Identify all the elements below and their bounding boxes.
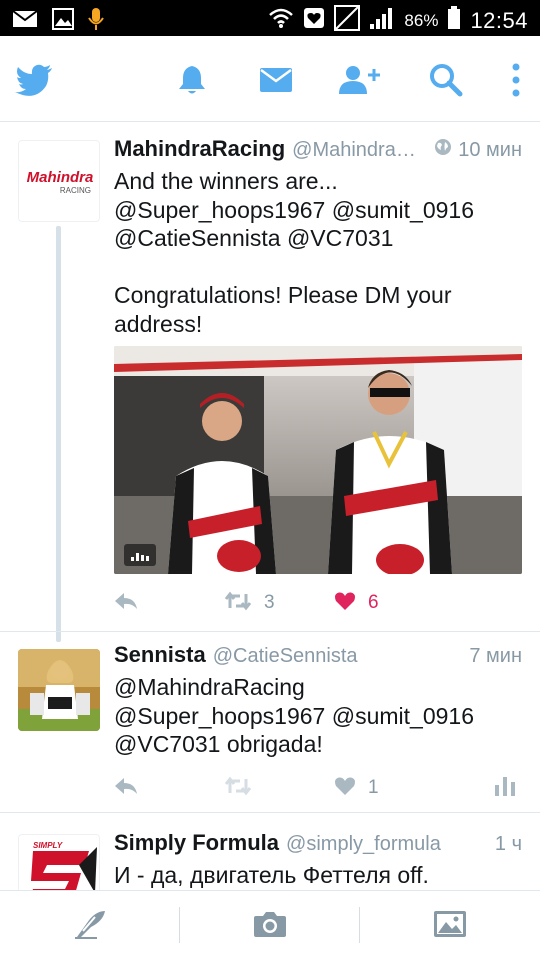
author-name[interactable]: Sennista bbox=[114, 642, 206, 668]
tweet-video[interactable] bbox=[114, 346, 522, 574]
avatar-simply-formula[interactable]: SIMPLY bbox=[18, 834, 100, 890]
avatar-logo-text: SIMPLY bbox=[33, 841, 63, 850]
tweet-divider bbox=[0, 812, 540, 813]
tweet-time[interactable]: 7 мин bbox=[469, 645, 522, 668]
add-user-icon[interactable] bbox=[338, 58, 382, 102]
tweet-header: Sennista @CatieSennista 7 мин bbox=[114, 642, 522, 672]
battery-percent: 86% bbox=[404, 10, 439, 30]
avatar-logo-text: Mahindra bbox=[26, 169, 94, 186]
email-notification-icon bbox=[12, 9, 38, 34]
bottom-compose-bar bbox=[0, 890, 540, 960]
like-button[interactable]: 6 bbox=[334, 588, 379, 618]
tweet-time[interactable]: 1 ч bbox=[495, 833, 522, 856]
gallery-icon bbox=[433, 910, 467, 943]
tweet-text: And the winners are... @Super_hoops1967 … bbox=[114, 168, 474, 337]
heart-status-icon bbox=[303, 7, 325, 34]
search-icon[interactable] bbox=[424, 58, 468, 102]
camera-button[interactable] bbox=[180, 891, 360, 960]
battery-icon bbox=[447, 6, 461, 35]
video-indicator-icon bbox=[124, 544, 156, 566]
wifi-icon bbox=[268, 7, 294, 34]
camera-icon bbox=[253, 910, 287, 943]
analytics-bar-chart-icon bbox=[494, 775, 516, 802]
messages-envelope-icon[interactable] bbox=[254, 58, 298, 102]
twitter-bird-icon[interactable] bbox=[12, 58, 56, 102]
no-signal-icon bbox=[334, 5, 361, 36]
tweet-mahindra[interactable]: Mahindra RACING MahindraRacing @Mahindra… bbox=[0, 122, 540, 642]
retweet-button[interactable]: 3 bbox=[224, 588, 275, 618]
retweet-icon bbox=[224, 776, 252, 801]
tweet-sennista[interactable]: Sennista @CatieSennista 7 мин @MahindraR… bbox=[0, 632, 540, 814]
analytics-button[interactable] bbox=[494, 773, 516, 803]
tweet-actions: 3 6 bbox=[114, 588, 524, 618]
heart-liked-icon bbox=[334, 591, 356, 616]
like-button[interactable]: 1 bbox=[334, 773, 379, 803]
compose-tweet-button[interactable] bbox=[0, 891, 180, 960]
status-bar: 86% 12:54 bbox=[0, 0, 540, 36]
overflow-menu-icon[interactable] bbox=[494, 58, 538, 102]
notifications-bell-icon[interactable] bbox=[170, 58, 214, 102]
author-handle[interactable]: @CatieSennista bbox=[213, 645, 358, 668]
heart-icon bbox=[334, 776, 356, 801]
app-bar bbox=[0, 36, 540, 122]
reply-icon bbox=[114, 777, 138, 800]
retweet-count: 3 bbox=[264, 592, 275, 613]
tweet-text: @MahindraRacing @Super_hoops1967 @sumit_… bbox=[114, 674, 474, 757]
author-name[interactable]: MahindraRacing bbox=[114, 136, 285, 162]
avatar-mahindra[interactable]: Mahindra RACING bbox=[18, 140, 100, 222]
signal-strength-icon bbox=[369, 6, 395, 35]
avatar-sennista[interactable] bbox=[18, 649, 100, 731]
thread-line bbox=[56, 226, 61, 642]
like-count: 1 bbox=[368, 777, 379, 798]
tweet-actions: 1 bbox=[114, 773, 524, 803]
reply-icon bbox=[114, 592, 138, 615]
tweet-simply-formula[interactable]: SIMPLY Simply Formula @simply_formula 1 … bbox=[0, 814, 540, 890]
tweet-header: MahindraRacing @Mahindra… 10 мин bbox=[114, 136, 522, 166]
tweet-time[interactable]: 10 мин bbox=[458, 139, 522, 162]
timeline: Mahindra RACING MahindraRacing @Mahindra… bbox=[0, 122, 540, 890]
like-count: 6 bbox=[368, 592, 379, 613]
image-notification-icon bbox=[52, 8, 74, 35]
reply-button[interactable] bbox=[114, 773, 138, 803]
microphone-icon bbox=[88, 7, 104, 36]
avatar-logo-subtext: RACING bbox=[59, 186, 91, 195]
retweet-icon bbox=[224, 591, 252, 616]
author-handle[interactable]: @simply_formula bbox=[286, 833, 441, 856]
reply-button[interactable] bbox=[114, 588, 138, 618]
tweet-text: И - да, двигатель Феттеля off. bbox=[114, 862, 429, 888]
compose-tweet-icon bbox=[73, 909, 107, 944]
retweet-button[interactable] bbox=[224, 773, 252, 803]
gallery-button[interactable] bbox=[360, 891, 540, 960]
tweet-header: Simply Formula @simply_formula 1 ч bbox=[114, 830, 522, 860]
clock: 12:54 bbox=[470, 7, 528, 33]
author-handle[interactable]: @Mahindra… bbox=[292, 139, 416, 162]
globe-icon bbox=[434, 138, 452, 161]
author-name[interactable]: Simply Formula bbox=[114, 830, 279, 856]
video-thumbnail bbox=[114, 346, 522, 574]
